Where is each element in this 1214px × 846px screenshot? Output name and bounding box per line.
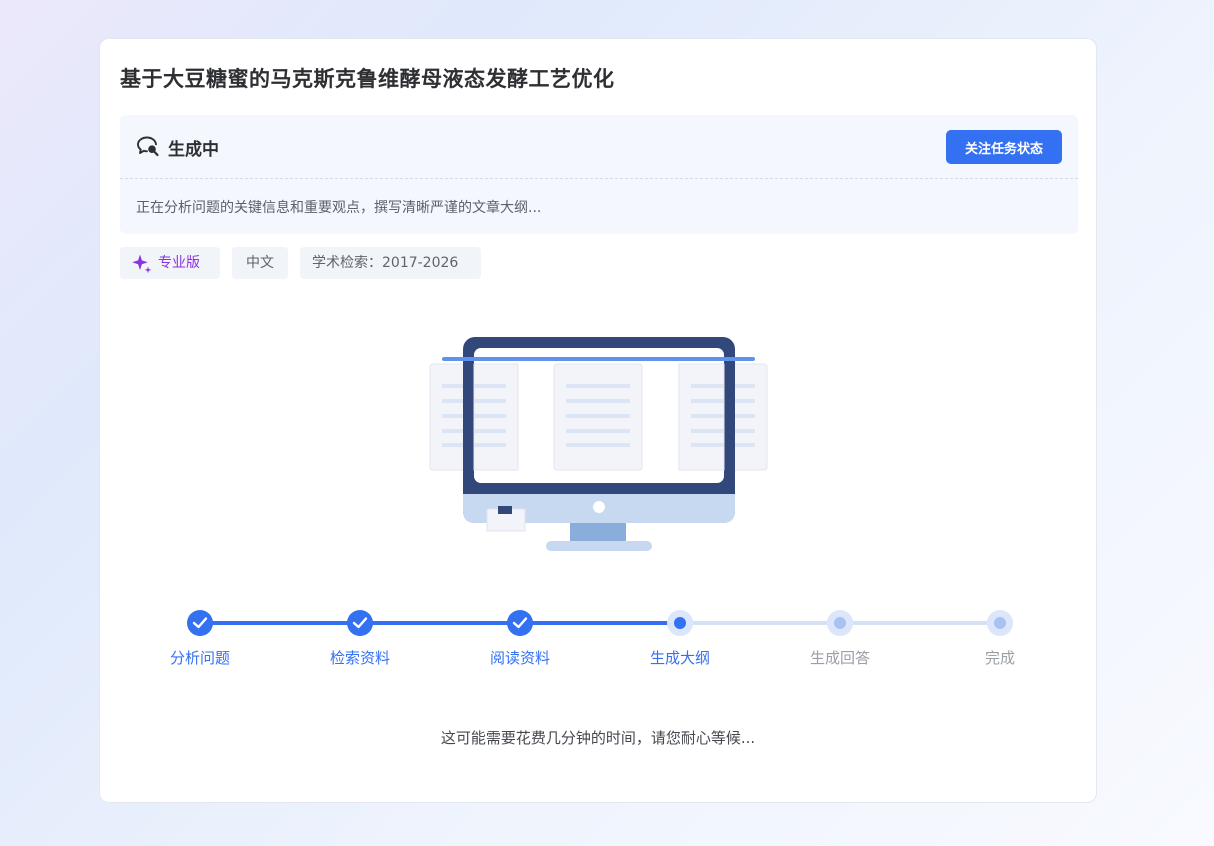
status-description: 正在分析问题的关键信息和重要观点，撰写清晰严谨的文章大纲... <box>136 200 542 216</box>
progress-track-done <box>200 621 680 625</box>
edition-tag: 专业版 <box>120 247 220 279</box>
task-card: 基于大豆糖蜜的马克斯克鲁维酵母液态发酵工艺优化 生成中 关注任务状态 正在分析问… <box>99 38 1097 803</box>
monitor <box>463 337 735 551</box>
check-icon <box>352 617 368 629</box>
step-label: 生成回答 <box>809 649 870 667</box>
check-icon <box>192 617 208 629</box>
step-label: 检索资料 <box>329 649 390 667</box>
step-pending-marker <box>987 610 1013 636</box>
computer-illustration <box>429 337 768 551</box>
step-done-marker <box>187 610 213 636</box>
step-pending-marker <box>827 610 853 636</box>
status-label: 生成中 <box>168 140 219 160</box>
language-tag: 中文 <box>232 247 288 279</box>
academic-range-tag: 学术检索：2017-2026 <box>300 247 481 279</box>
page-title: 基于大豆糖蜜的马克斯克鲁维酵母液态发酵工艺优化 <box>120 67 615 91</box>
step-done-marker <box>347 610 373 636</box>
check-icon <box>512 617 528 629</box>
progress-steps: 分析问题 检索资料 阅读资料 生成大纲 生成回答 完成 <box>160 609 1040 679</box>
step-done-marker <box>507 610 533 636</box>
follow-task-status-button[interactable]: 关注任务状态 <box>946 130 1062 164</box>
step-label: 分析问题 <box>169 649 230 667</box>
wait-hint: 这可能需要花费几分钟的时间，请您耐心等候... <box>440 729 756 747</box>
step-active-marker <box>667 610 693 636</box>
step-label: 生成大纲 <box>649 649 710 667</box>
search-bubble-icon <box>137 136 159 157</box>
sparkle-icon <box>132 254 152 274</box>
status-header: 生成中 关注任务状态 <box>120 115 1078 179</box>
step-label: 阅读资料 <box>489 649 550 667</box>
step-label: 完成 <box>984 649 1015 667</box>
status-panel: 生成中 关注任务状态 正在分析问题的关键信息和重要观点，撰写清晰严谨的文章大纲.… <box>120 115 1078 234</box>
edition-label: 专业版 <box>158 255 200 271</box>
